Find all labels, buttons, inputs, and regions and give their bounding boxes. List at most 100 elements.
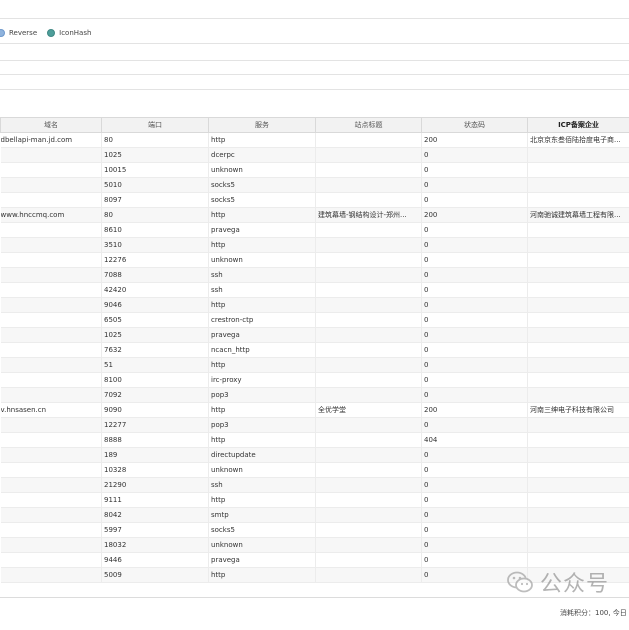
table-row[interactable]: 6505 crestron-ctp 0 (0, 312, 629, 328)
cell-port: 9111 (101, 492, 209, 508)
table-row[interactable]: 9046 http 0 (0, 297, 629, 313)
cell-service: directupdate (208, 447, 316, 463)
cell-status-code: 200 (421, 132, 528, 148)
table-row[interactable]: 7092 pop3 0 (0, 387, 629, 403)
cell-status-code: 0 (421, 537, 528, 553)
option-reverse[interactable]: Reverse (0, 29, 37, 37)
table-row[interactable]: v.hnsasen.cn 9090 http 全优学堂 200 河南三绅电子科技有限公司 (0, 402, 629, 418)
watermark: 公众号 (506, 566, 609, 598)
cell-domain (0, 252, 102, 268)
cell-icp (527, 342, 629, 358)
cell-status-code: 200 (421, 402, 528, 418)
cell-service: socks5 (208, 192, 316, 208)
cell-icp (527, 462, 629, 478)
cell-status-code: 0 (421, 357, 528, 373)
table-row[interactable]: 5997 socks5 0 (0, 522, 629, 538)
table-row[interactable]: 21290 ssh 0 (0, 477, 629, 493)
divider (0, 43, 629, 44)
cell-site-title (315, 297, 422, 313)
table-row[interactable]: 9111 http 0 (0, 492, 629, 508)
table-row[interactable]: 8042 smtp 0 (0, 507, 629, 523)
cell-port: 9046 (101, 297, 209, 313)
cell-port: 8888 (101, 432, 209, 448)
cell-service: http (208, 237, 316, 253)
cell-site-title (315, 462, 422, 478)
table-row[interactable]: 18032 unknown 0 (0, 537, 629, 553)
table-row[interactable]: 3510 http 0 (0, 237, 629, 253)
table-row[interactable]: 7088 ssh 0 (0, 267, 629, 283)
table-row[interactable]: 10015 unknown 0 (0, 162, 629, 178)
cell-service: ssh (208, 477, 316, 493)
cell-service: crestron-ctp (208, 312, 316, 328)
cell-port: 3510 (101, 237, 209, 253)
cell-port: 5010 (101, 177, 209, 193)
cell-domain (0, 567, 102, 583)
table-row[interactable]: 42420 ssh 0 (0, 282, 629, 298)
cell-status-code: 0 (421, 267, 528, 283)
column-header-status-code[interactable]: 状态码 (421, 117, 528, 133)
input-field[interactable] (0, 60, 629, 61)
cell-service: pop3 (208, 417, 316, 433)
cell-port: 5009 (101, 567, 209, 583)
cell-status-code: 0 (421, 282, 528, 298)
cell-status-code: 0 (421, 297, 528, 313)
divider (0, 18, 629, 19)
cell-site-title (315, 552, 422, 568)
wechat-logo-icon (507, 571, 533, 593)
cell-domain (0, 177, 102, 193)
table-row[interactable]: 8100 irc-proxy 0 (0, 372, 629, 388)
cell-site-title (315, 387, 422, 403)
cell-icp (527, 492, 629, 508)
cell-site-title: 全优学堂 (315, 402, 422, 418)
cell-port: 9446 (101, 552, 209, 568)
radio-icon[interactable] (0, 29, 5, 37)
column-header-icp[interactable]: ICP备案企业 (527, 117, 629, 133)
cell-status-code: 0 (421, 462, 528, 478)
cell-icp (527, 447, 629, 463)
cell-status-code: 0 (421, 327, 528, 343)
table-row[interactable]: 8888 http 404 (0, 432, 629, 448)
cell-site-title (315, 252, 422, 268)
cell-port: 7632 (101, 342, 209, 358)
table-row[interactable]: 10328 unknown 0 (0, 462, 629, 478)
cell-domain (0, 342, 102, 358)
cell-status-code: 0 (421, 237, 528, 253)
table-row[interactable]: www.hnccmq.com 80 http 建筑幕墙-钢结构设计-郑州... 200 河… (0, 207, 629, 223)
table-row[interactable]: 51 http 0 (0, 357, 629, 373)
cell-service: http (208, 132, 316, 148)
cell-site-title (315, 417, 422, 433)
cell-status-code: 0 (421, 492, 528, 508)
table-row[interactable]: 12276 unknown 0 (0, 252, 629, 268)
cell-domain (0, 537, 102, 553)
option-label: IconHash (59, 29, 92, 37)
cell-port: 5997 (101, 522, 209, 538)
column-header-port[interactable]: 端口 (101, 117, 209, 133)
cell-service: http (208, 492, 316, 508)
table-row[interactable]: 5010 socks5 0 (0, 177, 629, 193)
cell-status-code: 0 (421, 312, 528, 328)
radio-icon[interactable] (47, 29, 56, 37)
table-row[interactable]: 1025 dcerpc 0 (0, 147, 629, 163)
cell-domain (0, 162, 102, 178)
table-row[interactable]: dbellapi-man.jd.com 80 http 200 北京京东叁佰陆拾度电子商… (0, 132, 629, 148)
cell-domain (0, 522, 102, 538)
cell-site-title (315, 567, 422, 583)
cell-service: pravega (208, 222, 316, 238)
column-header-service[interactable]: 服务 (208, 117, 316, 133)
table-row[interactable]: 8097 socks5 0 (0, 192, 629, 208)
option-iconhash[interactable]: IconHash (47, 29, 91, 37)
cell-port: 80 (101, 132, 209, 148)
column-header-domain[interactable]: 域名 (0, 117, 102, 133)
column-header-site-title[interactable]: 站点标题 (315, 117, 422, 133)
table-row[interactable]: 1025 pravega 0 (0, 327, 629, 343)
table-row[interactable]: 8610 pravega 0 (0, 222, 629, 238)
table-row[interactable]: 12277 pop3 0 (0, 417, 629, 433)
cell-port: 8100 (101, 372, 209, 388)
results-table: 域名 端口 服务 站点标题 状态码 ICP备案企业 dbellapi-man.j… (0, 117, 629, 583)
cell-domain (0, 312, 102, 328)
cell-status-code: 0 (421, 222, 528, 238)
cell-site-title (315, 342, 422, 358)
table-row[interactable]: 7632 ncacn_http 0 (0, 342, 629, 358)
cell-icp (527, 387, 629, 403)
table-row[interactable]: 189 directupdate 0 (0, 447, 629, 463)
